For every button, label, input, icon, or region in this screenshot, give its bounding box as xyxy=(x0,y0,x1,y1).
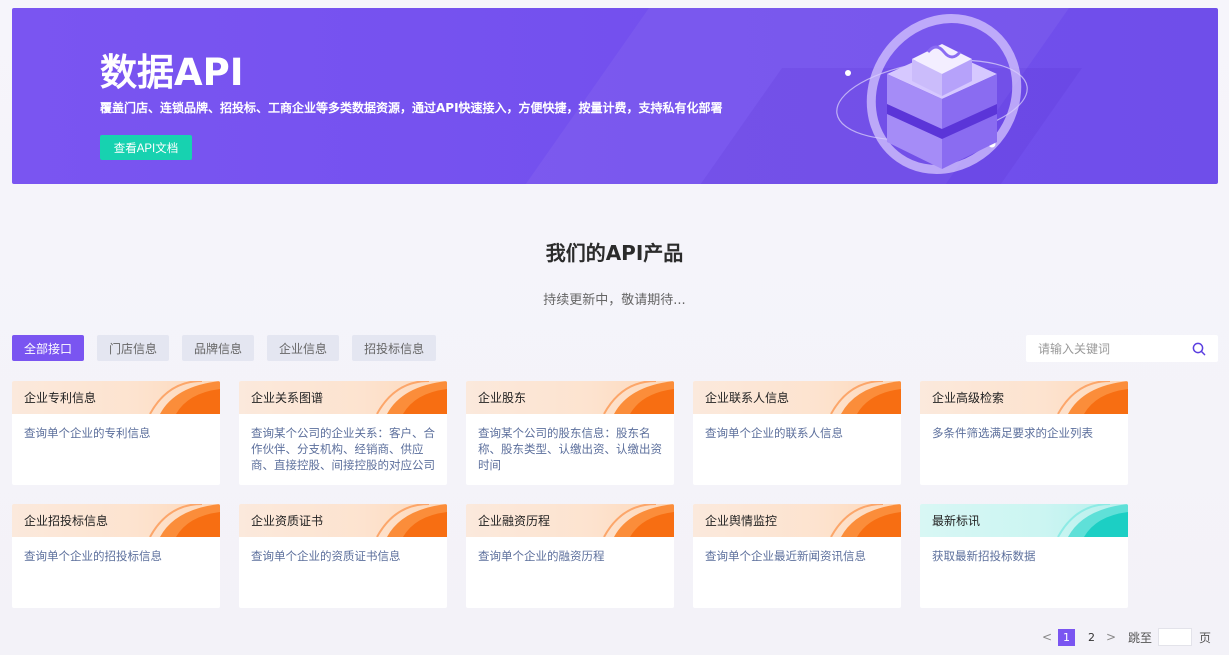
card-header: 企业关系图谱 xyxy=(239,381,447,414)
card-decoration-icon xyxy=(1057,504,1128,537)
pagination: < 1 2 > 跳至 页 xyxy=(1040,628,1211,646)
search-input[interactable] xyxy=(1026,335,1186,362)
category-tabs: 全部接口 门店信息 品牌信息 企业信息 招投标信息 xyxy=(12,335,437,361)
card-decoration-icon xyxy=(830,381,901,414)
card-header: 企业招投标信息 xyxy=(12,504,220,537)
card-header: 企业股东 xyxy=(466,381,674,414)
tab-company-info[interactable]: 企业信息 xyxy=(267,335,340,361)
search-icon[interactable] xyxy=(1192,342,1206,356)
card-decoration-icon xyxy=(830,504,901,537)
card-title: 企业股东 xyxy=(478,391,527,405)
card-decoration-icon xyxy=(376,381,447,414)
card-decoration-icon xyxy=(149,381,220,414)
card-title: 企业舆情监控 xyxy=(705,514,778,528)
api-card-sentiment[interactable]: 企业舆情监控 查询单个企业最近新闻资讯信息 xyxy=(693,504,901,608)
card-description: 查询单个企业的联系人信息 xyxy=(705,426,843,440)
section-subtitle: 持续更新中，敬请期待... xyxy=(543,293,686,308)
api-card-contacts[interactable]: 企业联系人信息 查询单个企业的联系人信息 xyxy=(693,381,901,485)
card-title: 企业专利信息 xyxy=(24,391,97,405)
card-title: 企业招投标信息 xyxy=(24,514,109,528)
api-card-advanced-search[interactable]: 企业高级检索 多条件筛选满足要求的企业列表 xyxy=(920,381,1128,485)
card-decoration-icon xyxy=(603,381,674,414)
page-2-button[interactable]: 2 xyxy=(1083,629,1100,646)
section-title: 我们的API产品 xyxy=(545,241,684,265)
api-card-shareholders[interactable]: 企业股东 查询某个公司的股东信息：股东名称、股东类型、认缴出资、认缴出资时间 xyxy=(466,381,674,485)
api-card-bidding[interactable]: 企业招投标信息 查询单个企业的招投标信息 xyxy=(12,504,220,608)
jump-to-label: 跳至 xyxy=(1128,630,1153,645)
api-card-patent[interactable]: 企业专利信息 查询单个企业的专利信息 xyxy=(12,381,220,485)
api-cube-illustration xyxy=(836,14,1028,174)
view-api-docs-button[interactable]: 查看API文档 xyxy=(100,135,192,160)
card-title: 企业融资历程 xyxy=(478,514,551,528)
tab-bidding-info[interactable]: 招投标信息 xyxy=(352,335,437,361)
card-description: 查询单个企业的融资历程 xyxy=(478,549,605,563)
card-description: 查询某个公司的企业关系：客户、合作伙伴、分支机构、经销商、供应商、直接控股、间接… xyxy=(251,426,435,472)
card-title: 企业资质证书 xyxy=(251,514,324,528)
card-description: 查询单个企业的招投标信息 xyxy=(24,549,162,563)
card-title: 最新标讯 xyxy=(932,514,981,528)
card-header: 企业专利信息 xyxy=(12,381,220,414)
jump-page-input[interactable] xyxy=(1158,628,1193,646)
card-header: 最新标讯 xyxy=(920,504,1128,537)
card-description: 查询单个企业的专利信息 xyxy=(24,426,151,440)
api-card-latest-bids[interactable]: 最新标讯 获取最新招投标数据 xyxy=(920,504,1128,608)
card-header: 企业融资历程 xyxy=(466,504,674,537)
page-1-button[interactable]: 1 xyxy=(1058,628,1075,646)
card-decoration-icon xyxy=(149,504,220,537)
card-description: 查询单个企业的资质证书信息 xyxy=(251,549,401,563)
card-description: 查询单个企业最近新闻资讯信息 xyxy=(705,549,866,563)
search-box xyxy=(1026,335,1218,362)
card-title: 企业联系人信息 xyxy=(705,391,790,405)
tab-brand-info[interactable]: 品牌信息 xyxy=(182,335,255,361)
card-header: 企业资质证书 xyxy=(239,504,447,537)
card-description: 查询某个公司的股东信息：股东名称、股东类型、认缴出资、认缴出资时间 xyxy=(478,426,662,472)
card-title: 企业关系图谱 xyxy=(251,391,324,405)
hero-banner: 数据API 覆盖门店、连锁品牌、招投标、工商企业等多类数据资源，通过API快速接… xyxy=(12,8,1218,184)
api-card-financing[interactable]: 企业融资历程 查询单个企业的融资历程 xyxy=(466,504,674,608)
api-card-qualification[interactable]: 企业资质证书 查询单个企业的资质证书信息 xyxy=(239,504,447,608)
tab-store-info[interactable]: 门店信息 xyxy=(97,335,170,361)
prev-page-button[interactable]: < xyxy=(1040,630,1054,644)
next-page-button[interactable]: > xyxy=(1104,630,1118,644)
page-unit-label: 页 xyxy=(1199,630,1212,645)
card-title: 企业高级检索 xyxy=(932,391,1005,405)
card-description: 多条件筛选满足要求的企业列表 xyxy=(932,426,1093,440)
card-decoration-icon xyxy=(1057,381,1128,414)
banner-subtitle: 覆盖门店、连锁品牌、招投标、工商企业等多类数据资源，通过API快速接入，方便快捷… xyxy=(100,101,723,115)
card-header: 企业高级检索 xyxy=(920,381,1128,414)
card-description: 获取最新招投标数据 xyxy=(932,549,1036,563)
card-header: 企业舆情监控 xyxy=(693,504,901,537)
card-header: 企业联系人信息 xyxy=(693,381,901,414)
card-decoration-icon xyxy=(603,504,674,537)
card-decoration-icon xyxy=(376,504,447,537)
tab-all-apis[interactable]: 全部接口 xyxy=(12,335,85,361)
api-card-relationship-graph[interactable]: 企业关系图谱 查询某个公司的企业关系：客户、合作伙伴、分支机构、经销商、供应商、… xyxy=(239,381,447,485)
banner-title: 数据API xyxy=(100,51,244,94)
